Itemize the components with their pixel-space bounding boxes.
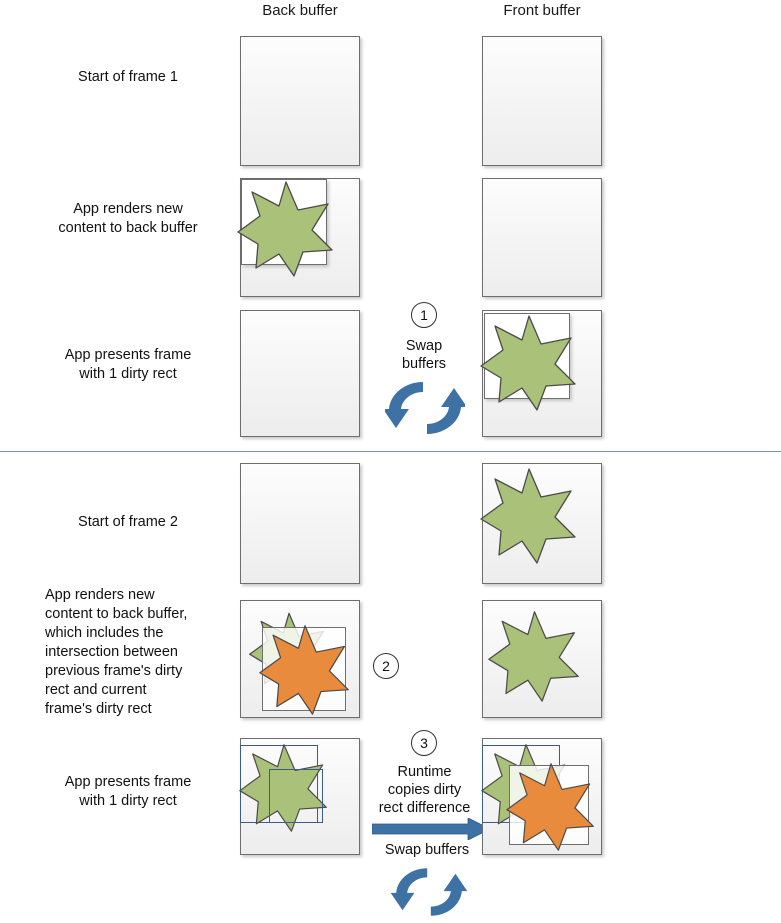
step-badge-1: 1: [411, 302, 437, 328]
row-label-app-presents-frame-2: App presents frame with 1 dirty rect: [28, 773, 228, 811]
column-header-front-buffer: Front buffer: [503, 2, 581, 19]
row-label-line: with 1 dirty rect: [79, 366, 177, 382]
row-label-app-renders-frame-1: App renders new content to back buffer: [28, 200, 228, 238]
row-label-line: rect and current: [45, 682, 147, 698]
row-label-start-of-frame-1: Start of frame 1: [78, 69, 178, 85]
buffer-front-row1: [482, 36, 602, 166]
column-header-back-buffer: Back buffer: [262, 2, 338, 19]
step-caption-line: rect difference: [378, 800, 471, 816]
buffer-back-row4: [240, 463, 360, 584]
row-label-line: which includes the: [45, 625, 164, 641]
step-caption-swap-buffers-1: Swap buffers: [374, 337, 474, 373]
buffer-front-row2: [482, 178, 602, 297]
row-label-line: content to back buffer,: [45, 606, 188, 622]
buffer-back-row1: [240, 36, 360, 166]
current-dirty-rect-front-row6: [509, 765, 589, 845]
step-badge-2: 2: [373, 653, 399, 679]
buffer-front-row5: [482, 600, 602, 718]
step-caption-line: buffers: [401, 356, 447, 372]
step-caption-swap-buffers-3: Swap buffers: [384, 842, 470, 858]
row-label-app-presents-frame-1: App presents frame with 1 dirty rect: [28, 346, 228, 384]
row-label-line: with 1 dirty rect: [79, 793, 177, 809]
buffer-back-row3: [240, 310, 360, 437]
step-caption-line: Runtime: [397, 764, 452, 780]
swap-buffers-icon: [391, 868, 467, 916]
buffer-front-row4: [482, 463, 602, 584]
step-badge-3: 3: [411, 730, 437, 756]
row-label-line: content to back buffer: [58, 220, 198, 236]
dirty-rect-front-row3: [484, 313, 570, 399]
section-divider: [0, 451, 781, 452]
dirty-rect-back-row2: [241, 179, 327, 265]
row-label-line: App renders new: [73, 201, 183, 217]
row-label-line: App presents frame: [64, 347, 192, 363]
row-label-line: App renders new: [45, 587, 155, 603]
current-dirty-rect-back-row6: [269, 769, 323, 823]
row-label-line: frame's dirty rect: [45, 701, 152, 717]
row-label-line: App presents frame: [64, 774, 192, 790]
row-label-start-of-frame-2: Start of frame 2: [78, 514, 178, 530]
step-caption-line: Swap: [405, 338, 443, 354]
right-block-arrow-icon: [372, 818, 490, 840]
row-label-line: previous frame's dirty: [45, 663, 183, 679]
step-caption-line: copies dirty: [387, 782, 462, 798]
diagram-canvas: Back buffer Front buffer Start of frame …: [0, 0, 781, 916]
step-caption-runtime-copies: Runtime copies dirty rect difference: [357, 763, 492, 817]
row-label-line: intersection between: [45, 644, 178, 660]
dirty-rect-back-row5: [262, 627, 346, 711]
row-label-app-renders-frame-2: App renders new content to back buffer, …: [45, 586, 241, 719]
swap-buffers-icon: [385, 382, 465, 434]
